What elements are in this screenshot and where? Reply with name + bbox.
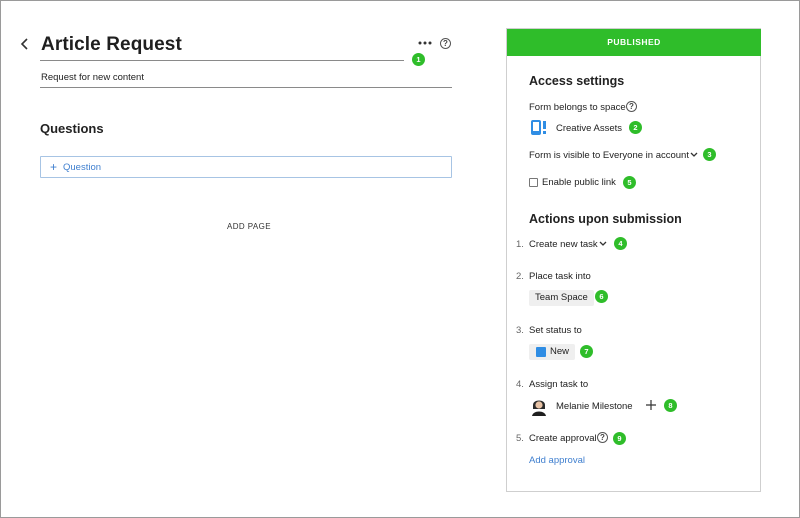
hint-badge-8: 8 — [664, 399, 677, 412]
access-settings-heading: Access settings — [529, 74, 625, 88]
assign-task-label: Assign task to — [529, 379, 589, 390]
plus-icon: + — [50, 160, 58, 174]
hint-badge-9: 9 — [613, 432, 626, 445]
action-number: 5. — [516, 433, 524, 444]
description-underline — [40, 87, 452, 88]
actions-heading: Actions upon submission — [529, 212, 682, 226]
question-circle-icon[interactable]: ? — [597, 432, 608, 443]
questions-heading: Questions — [40, 121, 104, 136]
chevron-down-icon[interactable] — [690, 152, 698, 158]
add-approval-link[interactable]: Add approval — [529, 455, 585, 466]
assignee-name[interactable]: Melanie Milestone — [556, 401, 633, 412]
set-status-label: Set status to — [529, 325, 582, 336]
status-banner: PUBLISHED — [507, 29, 761, 56]
plus-icon[interactable] — [646, 400, 656, 410]
more-horizontal-icon[interactable] — [416, 38, 434, 48]
hint-badge-6: 6 — [595, 290, 608, 303]
hint-badge-3: 3 — [703, 148, 716, 161]
title-underline — [40, 60, 404, 61]
hint-badge-2: 2 — [629, 121, 642, 134]
settings-panel — [506, 28, 761, 492]
form-description[interactable]: Request for new content — [41, 72, 144, 83]
question-circle-icon[interactable]: ? — [440, 38, 451, 49]
hint-badge-4: 4 — [614, 237, 627, 250]
public-link-label[interactable]: Enable public link — [542, 177, 616, 188]
add-page-button[interactable]: ADD PAGE — [227, 222, 271, 231]
space-name[interactable]: Creative Assets — [556, 123, 622, 134]
team-space-chip[interactable]: Team Space — [529, 290, 594, 306]
action-number: 3. — [516, 325, 524, 336]
question-circle-icon[interactable]: ? — [626, 101, 637, 112]
public-link-checkbox[interactable] — [529, 178, 538, 187]
space-icon — [531, 120, 546, 135]
create-approval-label: Create approval — [529, 433, 597, 444]
action-number: 2. — [516, 271, 524, 282]
hint-badge-1: 1 — [412, 53, 425, 66]
action-number: 1. — [516, 239, 524, 250]
hint-badge-5: 5 — [623, 176, 636, 189]
create-task-dropdown[interactable]: Create new task — [529, 239, 598, 250]
add-question-button[interactable]: + Question — [40, 156, 452, 178]
chevron-left-icon[interactable] — [18, 37, 32, 51]
visibility-dropdown[interactable]: Form is visible to Everyone in account — [529, 150, 689, 161]
form-title[interactable]: Article Request — [41, 34, 182, 56]
status-color-square — [536, 347, 546, 357]
action-number: 4. — [516, 379, 524, 390]
add-question-label: Question — [63, 162, 102, 173]
hint-badge-7: 7 — [580, 345, 593, 358]
place-task-label: Place task into — [529, 271, 591, 282]
avatar[interactable] — [529, 396, 549, 416]
chevron-down-icon[interactable] — [599, 241, 607, 247]
space-label: Form belongs to space — [529, 102, 626, 113]
